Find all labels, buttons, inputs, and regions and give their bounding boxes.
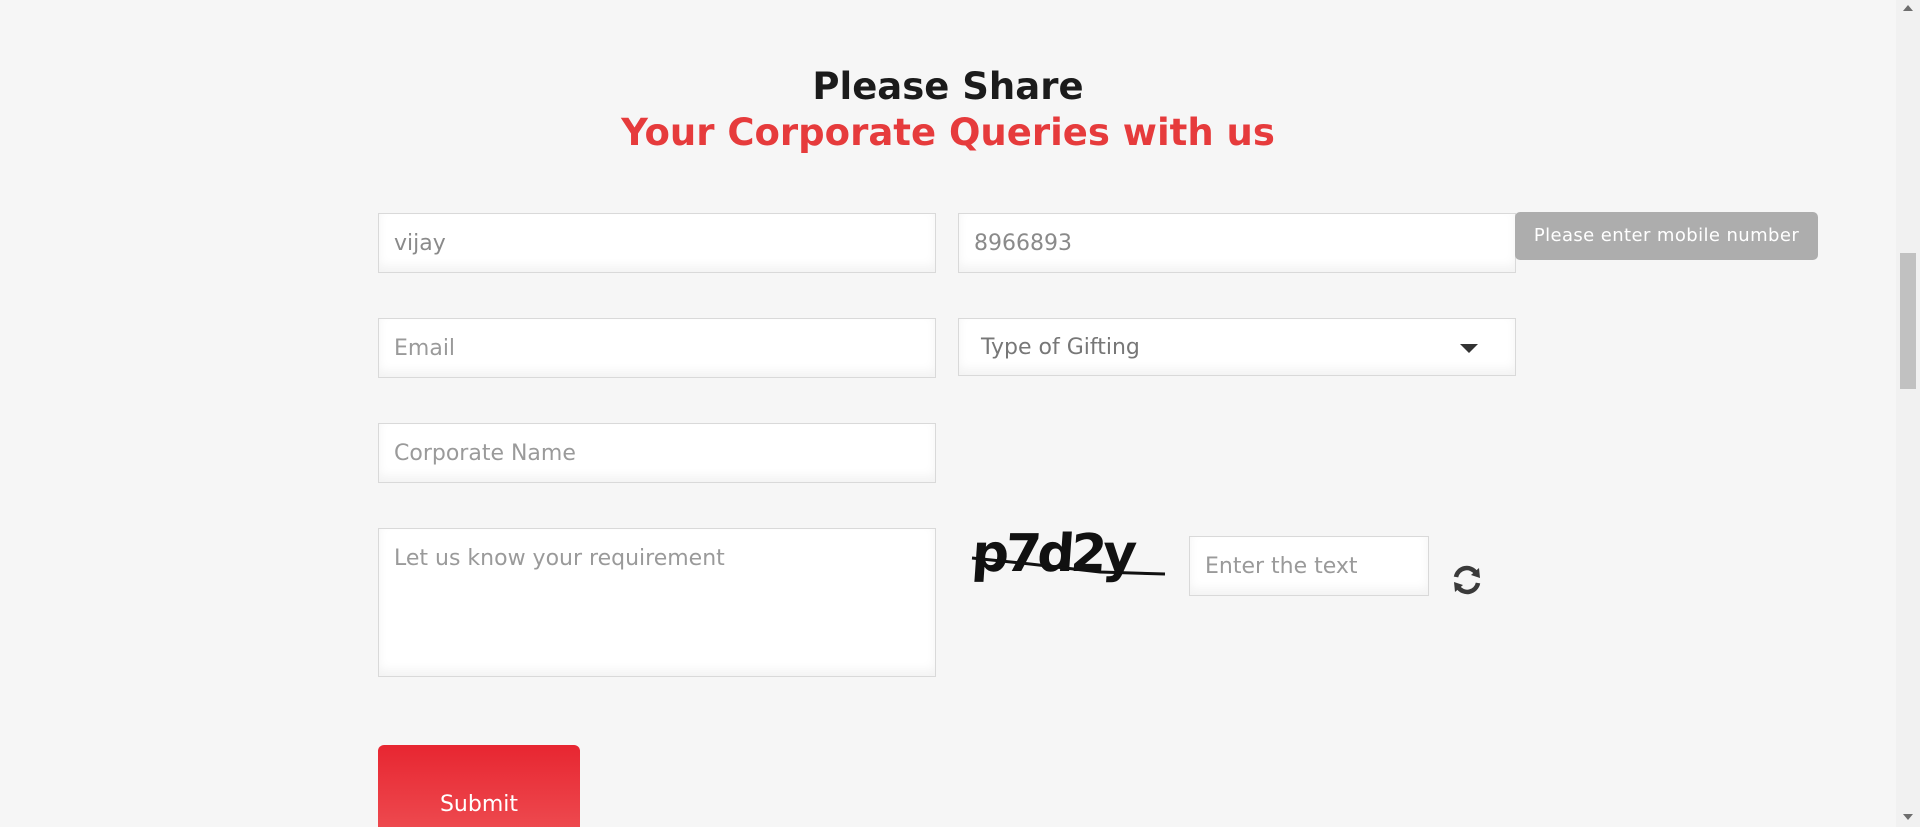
email-input[interactable] — [378, 318, 936, 378]
name-input[interactable] — [378, 213, 936, 273]
page-scrollbar[interactable] — [1896, 0, 1920, 827]
captcha-input[interactable] — [1189, 536, 1429, 596]
corporate-query-page: Please Share Your Corporate Queries with… — [0, 0, 1920, 827]
page-title: Please Share — [812, 65, 1084, 108]
scroll-up-icon[interactable] — [1903, 5, 1913, 11]
mobile-error-tooltip: Please enter mobile number — [1515, 212, 1818, 260]
mobile-input[interactable] — [958, 213, 1516, 273]
chevron-down-icon — [1460, 344, 1478, 353]
scroll-down-icon[interactable] — [1903, 814, 1913, 820]
gifting-type-select[interactable]: Type of Gifting — [958, 318, 1516, 376]
refresh-icon[interactable] — [1449, 562, 1485, 598]
captcha-image: p7d2y — [970, 520, 1170, 590]
captcha-strike-line — [971, 556, 1166, 576]
gifting-type-selected: Type of Gifting — [981, 334, 1140, 360]
submit-button[interactable]: Submit — [378, 745, 580, 827]
page-subtitle: Your Corporate Queries with us — [621, 111, 1275, 154]
scrollbar-thumb[interactable] — [1900, 253, 1916, 389]
requirement-textarea[interactable] — [378, 528, 936, 677]
corporate-name-input[interactable] — [378, 423, 936, 483]
